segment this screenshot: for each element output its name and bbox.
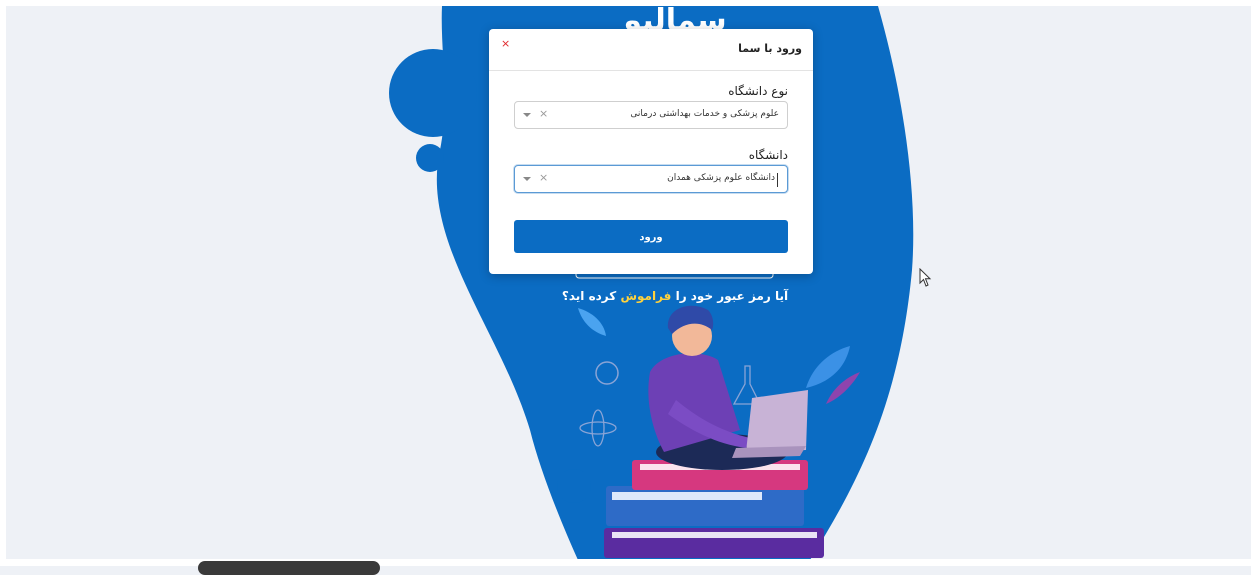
forgot-password-link[interactable]: فراموش [620,289,671,303]
login-button[interactable]: ورود [514,220,788,253]
university-type-label: نوع دانشگاه [728,84,788,98]
forgot-suffix: کرده اید؟ [561,289,617,303]
clear-icon[interactable]: × [539,107,548,120]
clear-icon[interactable]: × [539,171,548,184]
modal-title: ورود با سما [738,42,802,55]
book-bottom-pages [612,532,817,538]
book-middle-pages [612,492,762,500]
forgot-prefix: آیا رمز عبور خود را [675,289,789,303]
window-bottom-edge [0,559,1251,566]
laptop-screen [746,390,808,452]
decor-circle-small [416,144,444,172]
university-value: دانشگاه علوم پزشکی همدان [667,173,775,183]
university-label: دانشگاه [748,148,788,162]
close-icon[interactable]: × [501,37,510,50]
taskbar-pill [198,561,380,575]
chevron-down-icon[interactable] [523,177,531,181]
mouse-pointer-icon [919,268,932,287]
decor-circle-bottom [557,469,591,503]
sama-login-modal: ورود با سما × نوع دانشگاه علوم پزشکی و خ… [489,29,813,274]
university-type-select[interactable]: علوم پزشکی و خدمات بهداشتی درمانی × [514,101,788,129]
university-select[interactable]: دانشگاه علوم پزشکی همدان × [514,165,788,193]
modal-header: ورود با سما × [489,29,813,71]
university-type-value: علوم پزشکی و خدمات بهداشتی درمانی [630,109,779,119]
chevron-down-icon[interactable] [523,113,531,117]
text-cursor [777,173,778,187]
forgot-password-text: آیا رمز عبور خود را فراموش کرده اید؟ [560,289,790,303]
decor-circle-large [389,49,477,137]
